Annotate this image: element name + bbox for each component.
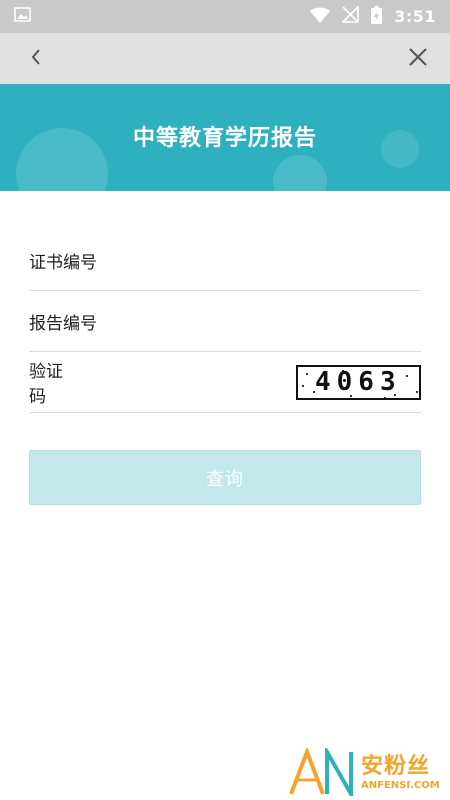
- query-form: 证书编号 报告编号 验证码 4063: [29, 230, 421, 413]
- close-button[interactable]: [404, 45, 432, 73]
- watermark-en: ANFENSI.COM: [361, 780, 440, 791]
- watermark-cn: 安粉丝: [361, 754, 431, 779]
- captcha-label: 验证码: [29, 362, 63, 407]
- report-number-label: 报告编号: [29, 313, 97, 334]
- certificate-number-row: 证书编号: [29, 230, 421, 291]
- site-watermark: 安粉丝 ANFENSI.COM: [289, 744, 444, 800]
- an-logo-icon: [289, 744, 359, 800]
- query-button-label: 查询: [206, 468, 244, 490]
- certificate-number-input[interactable]: [113, 240, 421, 280]
- toolbar: [0, 33, 450, 84]
- captcha-image[interactable]: 4063: [295, 364, 421, 400]
- close-icon: [408, 47, 428, 71]
- query-button[interactable]: 查询: [29, 450, 421, 505]
- captcha-input[interactable]: [88, 362, 296, 402]
- captcha-row: 验证码 4063: [29, 352, 421, 413]
- status-right: 3:51: [310, 5, 436, 28]
- status-bar: 3:51: [0, 0, 450, 33]
- image-icon: [14, 7, 31, 26]
- back-button[interactable]: [22, 45, 50, 73]
- battery-charging-icon: [371, 5, 383, 28]
- status-time: 3:51: [394, 7, 436, 26]
- watermark-text: 安粉丝 ANFENSI.COM: [361, 754, 440, 792]
- header-banner: 中等教育学历报告: [0, 84, 450, 191]
- no-signal-icon: [341, 5, 360, 27]
- report-number-input[interactable]: [113, 301, 421, 341]
- status-left: [14, 7, 31, 26]
- wifi-icon: [310, 7, 331, 27]
- chevron-left-icon: [29, 47, 43, 71]
- decorative-bubble: [273, 155, 327, 191]
- captcha-code: 4063: [314, 367, 402, 397]
- certificate-number-label: 证书编号: [29, 252, 97, 273]
- page-title: 中等教育学历报告: [132, 126, 317, 151]
- report-number-row: 报告编号: [29, 291, 421, 352]
